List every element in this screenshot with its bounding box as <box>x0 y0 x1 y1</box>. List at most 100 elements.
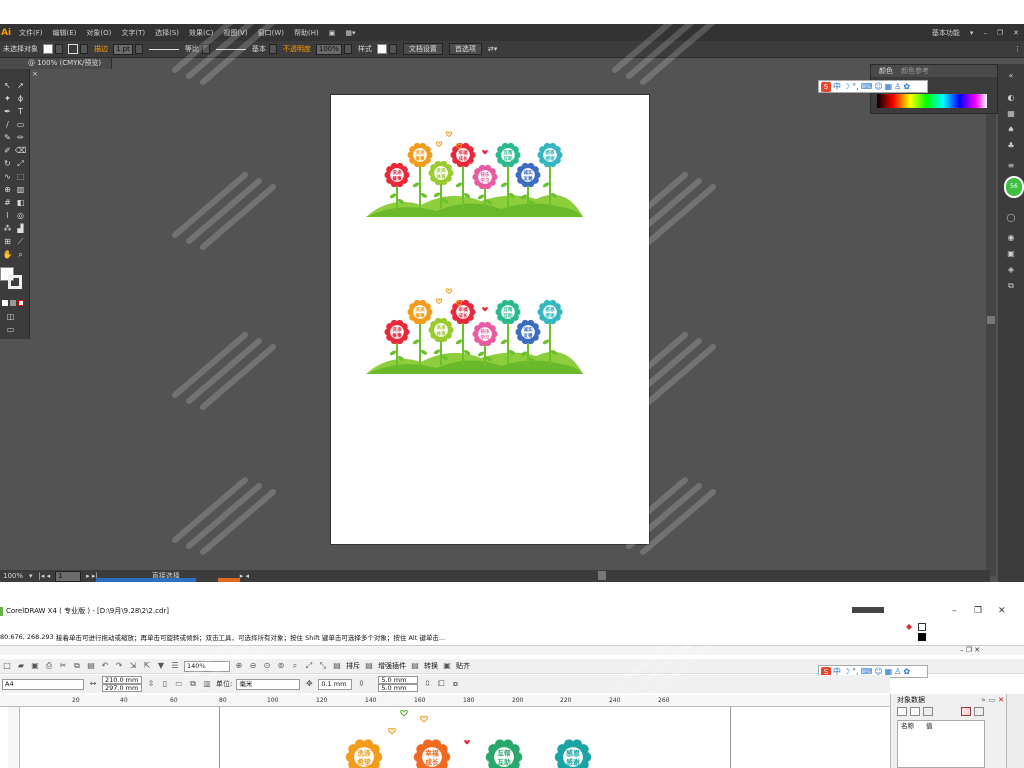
new-document-icon[interactable]: □ <box>2 661 12 671</box>
portrait-icon[interactable]: ▯ <box>160 679 170 689</box>
snap-units-icon[interactable]: ⧠ <box>436 679 446 689</box>
menu-window-controls[interactable]: – ❐ ✕ <box>960 646 980 654</box>
rotate-tool-icon[interactable]: ↻ <box>2 159 13 169</box>
type-tool-icon[interactable]: T <box>15 107 26 117</box>
shape-builder-tool-icon[interactable]: ⊕ <box>2 185 13 195</box>
blob-brush-tool-icon[interactable]: ✐ <box>2 146 13 156</box>
object-data-tool3-icon[interactable] <box>923 707 933 716</box>
slice-tool-icon[interactable]: ⟋ <box>15 237 26 247</box>
fill-swatch-black[interactable] <box>918 633 926 641</box>
artboard[interactable]: 洗涤 餐事 洗涤 餐事 洗涤 体育 幸福 成长 快乐 学习 互帮 互助 诚实 友善 感恩 感谢 洗涤 餐事 洗涤 餐事… <box>331 95 649 544</box>
layers-dock-icon[interactable]: ◈ <box>1005 266 1017 274</box>
paste-snap-label[interactable]: 贴齐 <box>454 661 472 671</box>
chevron-down-icon[interactable]: ▾ <box>965 29 979 37</box>
direct-selection-tool-icon[interactable]: ↗ <box>15 81 26 91</box>
copy-icon[interactable]: ⧉ <box>72 661 82 671</box>
convert-icon[interactable]: ▤ <box>410 661 420 671</box>
selection-tool-icon[interactable]: ↖ <box>2 81 13 91</box>
symbol-sprayer-tool-icon[interactable]: ⁂ <box>2 224 13 234</box>
arrange-docs-icon[interactable]: ▦▾ <box>340 29 360 37</box>
document-setup-button[interactable]: 文档设置 <box>402 43 443 55</box>
all-pages-icon[interactable]: ⧉ <box>188 679 198 689</box>
brush-dropdown[interactable] <box>268 44 277 54</box>
ime-toolbar[interactable]: S 中 ☽ °, ⌨ ☺ ▦ ♙ ✿ <box>818 80 928 93</box>
arrange-icon[interactable]: ⇄▾ <box>485 45 500 53</box>
document-tab[interactable]: @ 100% (CMYK/预览) × <box>0 58 112 78</box>
convert-label[interactable]: 转换 <box>422 661 440 671</box>
stepper-icon[interactable]: ⇳ <box>146 679 156 689</box>
workspace-switcher[interactable]: 基本功能 <box>927 28 965 38</box>
restore-button[interactable]: ❐ <box>974 604 982 618</box>
menu-edit[interactable]: 编辑(E) <box>48 28 82 38</box>
color-guide-dock-icon[interactable]: ◐ <box>1005 94 1017 102</box>
menu-view[interactable]: 视图(V) <box>218 28 252 38</box>
hand-tool-icon[interactable]: ✋ <box>2 250 13 260</box>
zoom-in-icon[interactable]: ⊕ <box>234 661 244 671</box>
brush-label[interactable]: 基本 <box>249 44 269 54</box>
zoom-out-icon[interactable]: ⊖ <box>248 661 258 671</box>
plugin-icon[interactable]: ▤ <box>364 661 374 671</box>
pencil-tool-icon[interactable]: ✏ <box>15 133 26 143</box>
gradient-mode-icon[interactable] <box>10 300 16 306</box>
paper-size-select[interactable]: A4 <box>2 678 84 690</box>
treat-as-filled-icon[interactable]: ⧇ <box>450 679 460 689</box>
profile-dropdown[interactable] <box>201 44 210 54</box>
preferences-button[interactable]: 首选项 <box>448 43 482 55</box>
moon-icon[interactable]: ☽ <box>843 82 850 91</box>
eyedropper-tool-icon[interactable]: ⌇ <box>2 211 13 221</box>
unit-select[interactable]: 毫米 <box>236 678 301 690</box>
zoom-dropdown-icon[interactable]: ▾ <box>26 572 36 580</box>
artboard-number-field[interactable]: 1 <box>55 570 82 582</box>
zoom-page-icon[interactable]: ⌕ <box>290 661 300 671</box>
docker-tab-strip[interactable] <box>1006 694 1024 768</box>
grid-icon[interactable]: ▦ <box>885 82 893 91</box>
tab-color-guide[interactable]: 颜色参考 <box>897 66 933 76</box>
scale-tool-icon[interactable]: ⤢ <box>15 159 26 169</box>
magic-wand-tool-icon[interactable]: ✦ <box>2 94 13 104</box>
docker-expand-icon[interactable]: » <box>981 696 985 704</box>
menu-select[interactable]: 选择(S) <box>150 28 184 38</box>
color-spectrum[interactable] <box>877 94 987 108</box>
docker-minimize-icon[interactable]: ▭ <box>989 696 996 704</box>
plugin-label[interactable]: 增强插件 <box>376 661 408 671</box>
stroke-weight-field[interactable]: 1 pt <box>113 43 133 55</box>
fill-indicator-icon[interactable]: ◆ <box>906 622 912 631</box>
free-transform-tool-icon[interactable]: ⬚ <box>15 172 26 182</box>
gear-icon[interactable]: ✿ <box>903 82 910 91</box>
close-icon[interactable]: ✕ <box>1008 29 1024 37</box>
none-mode-icon[interactable] <box>18 300 24 306</box>
draw-mode-icon[interactable]: ◫ <box>5 312 16 322</box>
paste-snap-icon[interactable]: ▣ <box>442 661 452 671</box>
swatches-dock-icon[interactable]: ▦ <box>1005 110 1017 118</box>
zoom-level[interactable]: 100% <box>0 572 26 580</box>
object-data-tool5-icon[interactable] <box>974 707 984 716</box>
print-icon[interactable]: ⎙ <box>44 661 54 671</box>
arrange-icon[interactable]: ▤ <box>332 661 342 671</box>
stroke-swatch[interactable] <box>68 44 78 54</box>
lasso-tool-icon[interactable]: ϕ <box>15 94 26 104</box>
duplicate-y-field[interactable]: 5.0 mm <box>378 684 419 692</box>
page-height-field[interactable]: 297.0 mm <box>102 684 142 692</box>
stroke-color-box[interactable] <box>8 275 22 289</box>
mesh-tool-icon[interactable]: # <box>2 198 13 208</box>
outline-swatch[interactable] <box>918 623 926 631</box>
screen-mode-icon[interactable]: ▭ <box>5 325 16 335</box>
object-data-tool4-icon[interactable] <box>961 707 971 716</box>
fill-dropdown[interactable] <box>55 44 63 54</box>
shirt-icon[interactable]: ♙ <box>894 667 901 676</box>
menu-effect[interactable]: 效果(C) <box>184 28 218 38</box>
user-icon[interactable]: ☺ <box>874 82 882 91</box>
nudge-field[interactable]: 0.1 mm <box>318 678 353 690</box>
horizontal-ruler[interactable]: 20 40 60 80 100 120 140 160 180 200 220 240 260 <box>0 695 890 707</box>
opacity-dropdown[interactable] <box>343 44 352 54</box>
open-icon[interactable]: ▰ <box>16 661 26 671</box>
artboard-tool-icon[interactable]: ⊞ <box>2 237 13 247</box>
landscape-icon[interactable]: ▭ <box>174 679 184 689</box>
brushes-dock-icon[interactable]: ♠ <box>1005 126 1017 134</box>
pen-tool-icon[interactable]: ✒ <box>2 107 13 117</box>
bridge-icon[interactable]: ▣ <box>324 29 341 37</box>
vertical-ruler[interactable] <box>8 707 20 768</box>
object-data-tool2-icon[interactable] <box>910 707 920 716</box>
menu-object[interactable]: 对象(O) <box>81 28 116 38</box>
blend-tool-icon[interactable]: ◎ <box>15 211 26 221</box>
